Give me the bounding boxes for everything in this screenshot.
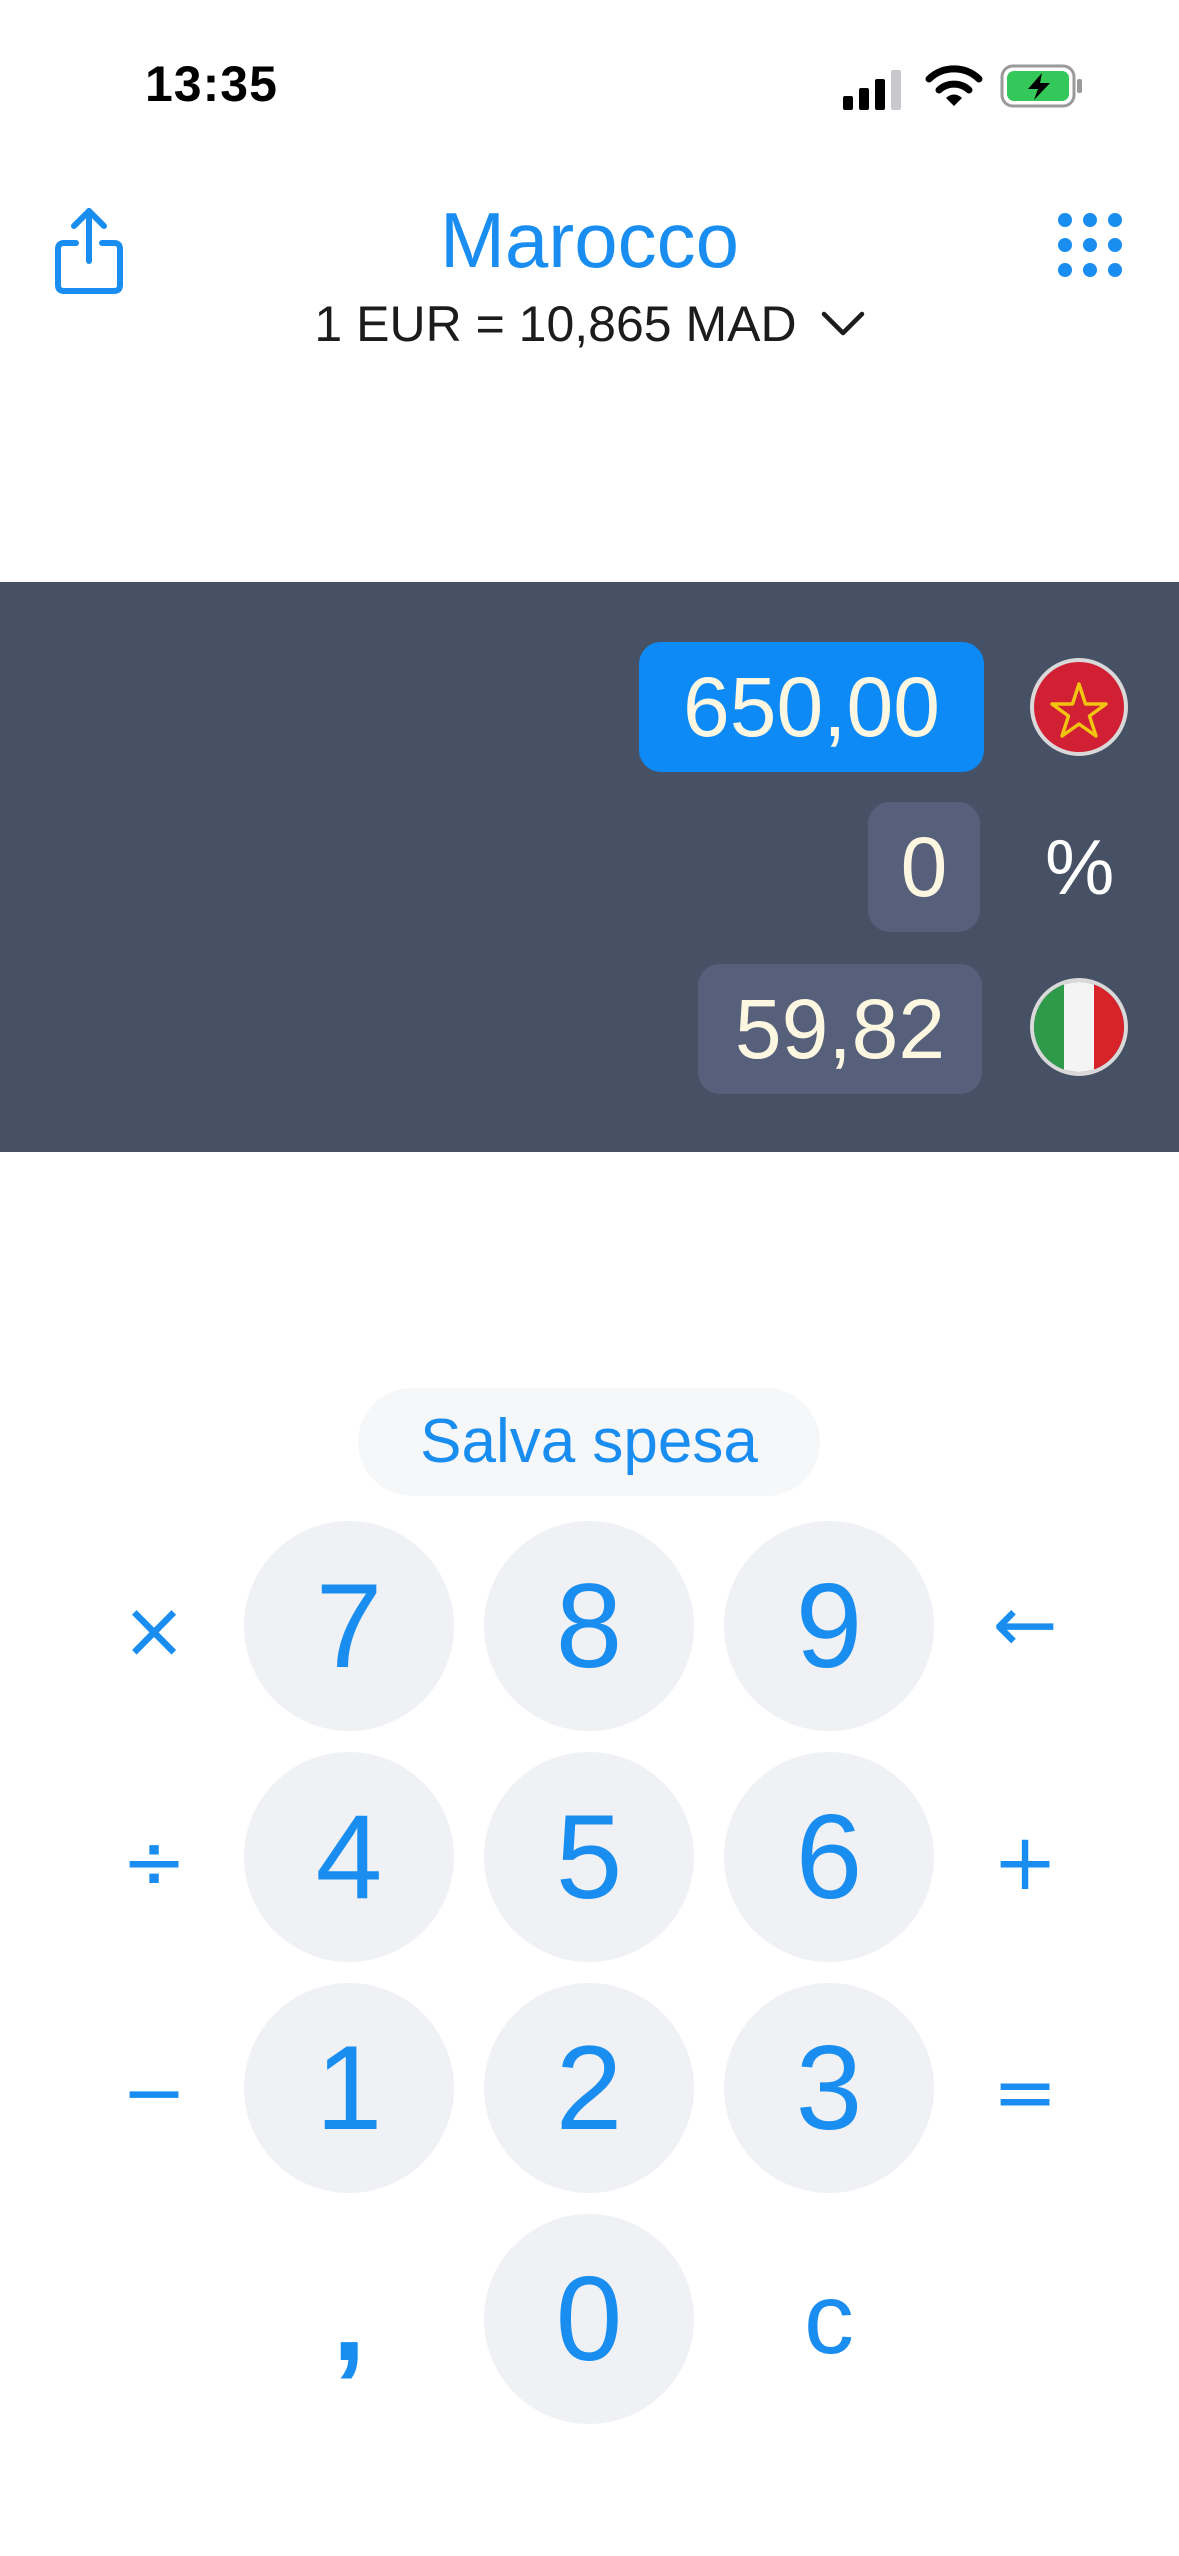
multiply-button[interactable]: × — [79, 1556, 229, 1706]
key-7[interactable]: 7 — [244, 1521, 454, 1731]
key-1[interactable]: 1 — [244, 1983, 454, 2193]
percent-field[interactable]: 0 — [868, 802, 980, 932]
clear-button[interactable]: c — [724, 2214, 934, 2424]
key-3[interactable]: 3 — [724, 1983, 934, 2193]
key-6[interactable]: 6 — [724, 1752, 934, 1962]
divide-button[interactable]: ÷ — [79, 1788, 229, 1938]
key-0[interactable]: 0 — [484, 2214, 694, 2424]
key-8[interactable]: 8 — [484, 1521, 694, 1731]
conversion-display: 650,00 0 % 59,82 — [0, 582, 1179, 1152]
chevron-down-icon — [821, 311, 864, 336]
cellular-signal-icon — [843, 70, 901, 110]
key-2[interactable]: 2 — [484, 1983, 694, 2193]
key-4[interactable]: 4 — [244, 1752, 454, 1962]
grid-icon[interactable] — [1055, 210, 1125, 280]
key-9[interactable]: 9 — [724, 1521, 934, 1731]
backspace-button[interactable]: ← — [950, 1550, 1100, 1700]
save-expense-button[interactable]: Salva spesa — [358, 1388, 820, 1496]
wifi-icon — [925, 65, 983, 106]
battery-charging-icon — [1000, 64, 1082, 108]
exchange-rate-label: 1 EUR = 10,865 MAD — [314, 296, 797, 352]
italy-flag-icon[interactable] — [1030, 978, 1128, 1076]
minus-button[interactable]: − — [79, 2018, 229, 2168]
key-5[interactable]: 5 — [484, 1752, 694, 1962]
home-amount-field[interactable]: 59,82 — [698, 964, 982, 1094]
comma-button[interactable]: , — [244, 2214, 454, 2424]
morocco-flag-icon[interactable] — [1030, 658, 1128, 756]
exchange-rate-selector[interactable]: 1 EUR = 10,865 MAD — [0, 295, 1179, 353]
foreign-amount-field[interactable]: 650,00 — [639, 642, 984, 772]
plus-button[interactable]: + — [950, 1788, 1100, 1938]
country-title[interactable]: Marocco — [0, 195, 1179, 286]
percent-sign: % — [1045, 823, 1115, 911]
status-time: 13:35 — [145, 56, 278, 112]
equals-button[interactable]: = — [950, 2018, 1100, 2168]
